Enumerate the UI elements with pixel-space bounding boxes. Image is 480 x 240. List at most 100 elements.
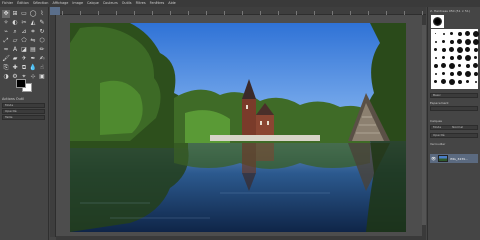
blur-icon[interactable]: 💧 [29, 64, 37, 72]
brush-swatch[interactable] [456, 78, 463, 85]
tool-option-opacity[interactable]: Opacité [2, 109, 45, 114]
color-picker-icon[interactable]: ⌁ [2, 28, 10, 36]
foreground-select-icon[interactable]: ◭ [29, 19, 37, 27]
brush-swatch[interactable] [448, 70, 455, 77]
brush-swatch[interactable] [464, 62, 471, 69]
shear-icon[interactable]: ▱ [11, 37, 19, 45]
perspective-icon[interactable]: ⬠ [20, 37, 28, 45]
free-select-icon[interactable]: ⌇ [38, 10, 46, 18]
zoom-icon[interactable]: ⌕ [11, 28, 19, 36]
measure-icon[interactable]: ⊿ [20, 28, 28, 36]
perspective-clone-icon[interactable]: ⧉ [20, 64, 28, 72]
brush-swatch[interactable] [440, 78, 447, 85]
brush-swatch[interactable] [448, 54, 455, 61]
airbrush-icon[interactable]: ✈ [20, 55, 28, 63]
brush-swatch[interactable] [464, 38, 471, 45]
fuzzy-select-icon[interactable]: ✧ [2, 19, 10, 27]
brush-tag-filter[interactable]: Basic [430, 93, 478, 98]
quick-mask-button[interactable] [50, 7, 60, 15]
flip-icon[interactable]: ⇋ [29, 37, 37, 45]
image-canvas[interactable] [70, 23, 406, 232]
brush-swatch[interactable] [464, 54, 471, 61]
brush-swatch[interactable] [440, 38, 447, 45]
brush-swatch[interactable] [456, 62, 463, 69]
scissors-icon[interactable]: ✂ [20, 19, 28, 27]
canvas-area[interactable] [56, 15, 426, 237]
brush-swatch[interactable] [472, 46, 479, 53]
brush-swatch[interactable] [448, 46, 455, 53]
brush-swatch[interactable] [464, 70, 471, 77]
menu-item[interactable]: Couleurs [103, 0, 118, 7]
brush-swatch[interactable] [472, 78, 479, 85]
color-select-icon[interactable]: ◐ [11, 19, 19, 27]
brush-swatch[interactable] [448, 38, 455, 45]
heal-icon[interactable]: ✚ [11, 64, 19, 72]
eraser-icon[interactable]: ▰ [11, 55, 19, 63]
brush-swatch[interactable] [456, 70, 463, 77]
smudge-icon[interactable]: ☝ [38, 64, 46, 72]
gradient-icon[interactable]: ▤ [29, 46, 37, 54]
layer-opacity-slider[interactable]: Opacité [430, 133, 478, 138]
rotate-icon[interactable]: ↻ [38, 28, 46, 36]
brush-swatch[interactable] [456, 38, 463, 45]
menu-item[interactable]: Affichage [52, 0, 68, 7]
cage-icon[interactable]: ⬡ [38, 37, 46, 45]
ellipse-select-icon[interactable]: ◯ [29, 10, 37, 18]
eye-icon[interactable]: 👁 [431, 156, 436, 161]
brush-swatch[interactable] [464, 46, 471, 53]
brush-swatch[interactable] [440, 62, 447, 69]
brush-swatch[interactable] [472, 30, 479, 37]
brush-swatch[interactable] [432, 62, 439, 69]
brush-swatch[interactable] [464, 30, 471, 37]
top-ruler[interactable] [50, 7, 426, 15]
spacing-slider[interactable] [430, 106, 478, 111]
paths-icon[interactable]: ✎ [38, 19, 46, 27]
brush-swatch[interactable] [456, 46, 463, 53]
bucket-fill-icon[interactable]: ◪ [20, 46, 28, 54]
brush-swatch[interactable] [456, 30, 463, 37]
menu-item[interactable]: Fichier [2, 0, 13, 7]
ink-icon[interactable]: ✒ [29, 55, 37, 63]
align-tool-icon[interactable]: ⊞ [11, 10, 19, 18]
brush-swatch[interactable] [432, 78, 439, 85]
brush-swatch[interactable] [472, 62, 479, 69]
move-tool-icon[interactable]: ✥ [2, 10, 10, 18]
menu-item[interactable]: Calque [87, 0, 99, 7]
mypaint-icon[interactable]: ✍ [38, 55, 46, 63]
brush-swatch[interactable] [432, 70, 439, 77]
brush-swatch[interactable] [432, 54, 439, 61]
brush-swatch[interactable] [440, 54, 447, 61]
brush-swatch[interactable] [464, 78, 471, 85]
rect-select-icon[interactable]: ▭ [20, 10, 28, 18]
menu-item[interactable]: Aide [168, 0, 176, 7]
menu-item[interactable]: Sélection [33, 0, 49, 7]
crop-icon[interactable]: ⌗ [29, 28, 37, 36]
menu-item[interactable]: Image [72, 0, 83, 7]
pencil-icon[interactable]: ✏ [38, 46, 46, 54]
brush-swatch[interactable] [448, 78, 455, 85]
dodge-burn-icon[interactable]: ◑ [2, 73, 10, 81]
menu-item[interactable]: Outils [122, 0, 132, 7]
brush-swatch[interactable] [472, 70, 479, 77]
brush-swatch[interactable] [472, 54, 479, 61]
vertical-scrollbar[interactable] [422, 15, 426, 237]
fg-bg-colors[interactable] [16, 79, 34, 93]
brush-swatch[interactable] [456, 54, 463, 61]
brush-swatch[interactable] [432, 46, 439, 53]
tool-option-size[interactable]: Taille [2, 115, 45, 120]
brush-swatch[interactable] [432, 30, 439, 37]
brush-swatch[interactable] [432, 38, 439, 45]
vertical-scroll-thumb[interactable] [422, 25, 426, 225]
menu-item[interactable]: Fenêtres [150, 0, 165, 7]
tool-option-mode[interactable]: Mode [2, 103, 45, 108]
brush-swatch[interactable] [440, 46, 447, 53]
paint-select-icon[interactable]: ▣ [38, 73, 46, 81]
brush-swatch[interactable] [440, 30, 447, 37]
text-icon[interactable]: A [11, 46, 19, 54]
scale-icon[interactable]: ⤢ [2, 37, 10, 45]
brush-swatch[interactable] [448, 62, 455, 69]
layer-row[interactable]: 👁 IMG_3439... [430, 154, 478, 163]
foreground-color-swatch[interactable] [16, 79, 26, 88]
warp-icon[interactable]: ≈ [2, 46, 10, 54]
menu-item[interactable]: Édition [17, 0, 29, 7]
